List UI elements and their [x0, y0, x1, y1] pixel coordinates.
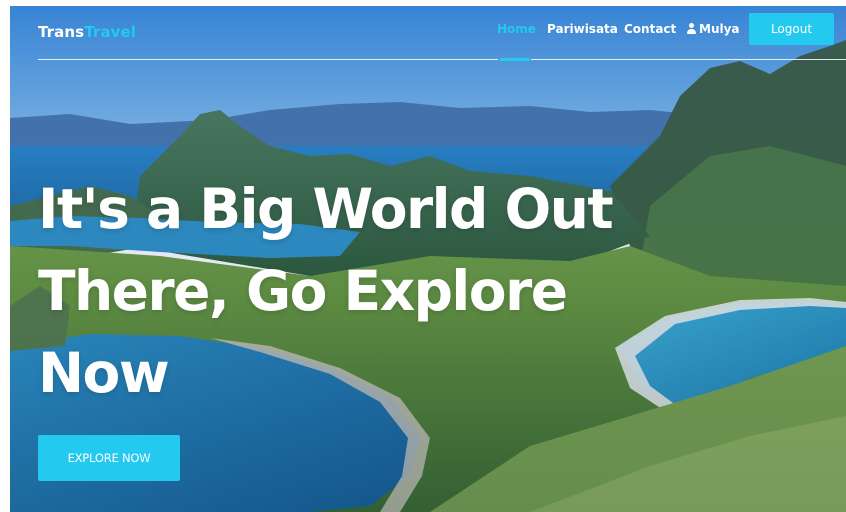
brand-text-primary: Trans: [38, 23, 85, 41]
logout-button[interactable]: Logout: [749, 13, 834, 45]
nav-user-menu[interactable]: Mulya: [687, 22, 740, 36]
nav-divider-left: [38, 59, 498, 60]
nav-link-home[interactable]: Home: [497, 22, 536, 36]
brand-text-accent: Travel: [84, 23, 137, 41]
explore-now-button[interactable]: EXPLORE NOW: [38, 435, 180, 481]
nav-active-indicator: [500, 58, 530, 61]
nav-link-pariwisata[interactable]: Pariwisata: [547, 22, 618, 36]
brand-logo[interactable]: TransTravel: [38, 23, 136, 41]
headline-line-1: It's a Big World Out: [38, 177, 614, 241]
headline-line-3: Now: [38, 341, 170, 405]
nav-link-contact[interactable]: Contact: [624, 22, 676, 36]
nav-divider-right: [531, 59, 846, 60]
user-icon: [687, 23, 696, 34]
headline-line-2: There, Go Explore: [38, 259, 568, 323]
navbar: TransTravel Home Pariwisata Contact Muly…: [10, 6, 846, 66]
hero-section: TransTravel Home Pariwisata Contact Muly…: [10, 6, 846, 512]
hero-headline: It's a Big World Out There, Go Explore N…: [38, 168, 678, 414]
user-name: Mulya: [699, 22, 740, 36]
